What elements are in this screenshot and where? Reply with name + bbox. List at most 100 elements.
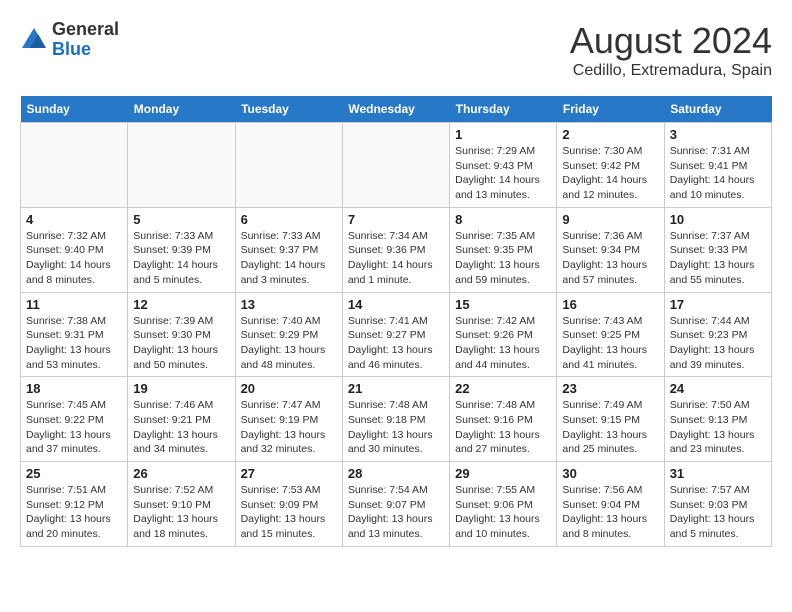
weekday-header: Wednesday	[342, 96, 449, 123]
week-row: 1Sunrise: 7:29 AMSunset: 9:43 PMDaylight…	[21, 123, 772, 208]
day-info: Sunrise: 7:48 AMSunset: 9:16 PMDaylight:…	[455, 398, 551, 457]
day-number: 28	[348, 466, 444, 481]
day-number: 26	[133, 466, 229, 481]
calendar-cell: 3 Sunrise: 7:31 AMSunset: 9:41 PMDaylight…	[664, 123, 771, 208]
day-info: Sunrise: 7:41 AMSunset: 9:27 PMDaylight:…	[348, 314, 444, 373]
day-info: Sunrise: 7:40 AMSunset: 9:29 PMDaylight:…	[241, 314, 337, 373]
calendar-cell: 13Sunrise: 7:40 AMSunset: 9:29 PMDayligh…	[235, 292, 342, 377]
day-number: 2	[562, 127, 658, 142]
calendar-cell: 20 Sunrise: 7:47 AMSunset: 9:19 PMDayligh…	[235, 377, 342, 462]
day-info: Sunrise: 7:37 AMSunset: 9:33 PMDaylight:…	[670, 229, 766, 288]
calendar-cell: 26 Sunrise: 7:52 AMSunset: 9:10 PMDayligh…	[128, 462, 235, 547]
day-number: 10	[670, 212, 766, 227]
weekday-header: Tuesday	[235, 96, 342, 123]
day-number: 30	[562, 466, 658, 481]
weekday-header: Thursday	[450, 96, 557, 123]
calendar-cell: 15 Sunrise: 7:42 AMSunset: 9:26 PMDayligh…	[450, 292, 557, 377]
calendar-cell: 28 Sunrise: 7:54 AMSunset: 9:07 PMDayligh…	[342, 462, 449, 547]
calendar-table: SundayMondayTuesdayWednesdayThursdayFrid…	[20, 96, 772, 547]
calendar-cell: 5 Sunrise: 7:33 AMSunset: 9:39 PMDaylight…	[128, 207, 235, 292]
week-row: 25 Sunrise: 7:51 AMSunset: 9:12 PMDayligh…	[21, 462, 772, 547]
day-info: Sunrise: 7:33 AMSunset: 9:37 PMDaylight:…	[241, 229, 337, 288]
day-number: 14	[348, 297, 444, 312]
calendar-cell: 9Sunrise: 7:36 AMSunset: 9:34 PMDaylight…	[557, 207, 664, 292]
day-number: 15	[455, 297, 551, 312]
calendar-cell	[21, 123, 128, 208]
logo-general: General	[52, 19, 119, 39]
day-number: 21	[348, 381, 444, 396]
day-info: Sunrise: 7:42 AMSunset: 9:26 PMDaylight:…	[455, 314, 551, 373]
weekday-header-row: SundayMondayTuesdayWednesdayThursdayFrid…	[21, 96, 772, 123]
day-info: Sunrise: 7:45 AMSunset: 9:22 PMDaylight:…	[26, 398, 122, 457]
logo: General Blue	[20, 20, 119, 60]
calendar-cell: 30 Sunrise: 7:56 AMSunset: 9:04 PMDayligh…	[557, 462, 664, 547]
day-info: Sunrise: 7:44 AMSunset: 9:23 PMDaylight:…	[670, 314, 766, 373]
day-number: 19	[133, 381, 229, 396]
day-number: 31	[670, 466, 766, 481]
calendar-cell: 11 Sunrise: 7:38 AMSunset: 9:31 PMDayligh…	[21, 292, 128, 377]
day-number: 4	[26, 212, 122, 227]
calendar-cell: 18 Sunrise: 7:45 AMSunset: 9:22 PMDayligh…	[21, 377, 128, 462]
month-year: August 2024	[570, 20, 772, 62]
calendar-cell: 19Sunrise: 7:46 AMSunset: 9:21 PMDayligh…	[128, 377, 235, 462]
day-info: Sunrise: 7:31 AMSunset: 9:41 PMDaylight:…	[670, 144, 766, 203]
day-info: Sunrise: 7:56 AMSunset: 9:04 PMDaylight:…	[562, 483, 658, 542]
day-number: 5	[133, 212, 229, 227]
page-header: General Blue August 2024 Cedillo, Extrem…	[20, 20, 772, 80]
day-info: Sunrise: 7:35 AMSunset: 9:35 PMDaylight:…	[455, 229, 551, 288]
day-number: 25	[26, 466, 122, 481]
calendar-cell	[235, 123, 342, 208]
day-info: Sunrise: 7:39 AMSunset: 9:30 PMDaylight:…	[133, 314, 229, 373]
day-info: Sunrise: 7:36 AMSunset: 9:34 PMDaylight:…	[562, 229, 658, 288]
calendar-cell: 6 Sunrise: 7:33 AMSunset: 9:37 PMDaylight…	[235, 207, 342, 292]
calendar-cell	[128, 123, 235, 208]
calendar-cell: 24Sunrise: 7:50 AMSunset: 9:13 PMDayligh…	[664, 377, 771, 462]
day-number: 18	[26, 381, 122, 396]
week-row: 18 Sunrise: 7:45 AMSunset: 9:22 PMDayligh…	[21, 377, 772, 462]
calendar-cell: 7Sunrise: 7:34 AMSunset: 9:36 PMDaylight…	[342, 207, 449, 292]
day-info: Sunrise: 7:38 AMSunset: 9:31 PMDaylight:…	[26, 314, 122, 373]
day-number: 17	[670, 297, 766, 312]
calendar-cell: 8Sunrise: 7:35 AMSunset: 9:35 PMDaylight…	[450, 207, 557, 292]
day-number: 12	[133, 297, 229, 312]
logo-icon	[20, 26, 48, 54]
day-info: Sunrise: 7:57 AMSunset: 9:03 PMDaylight:…	[670, 483, 766, 542]
day-info: Sunrise: 7:33 AMSunset: 9:39 PMDaylight:…	[133, 229, 229, 288]
calendar-cell: 23Sunrise: 7:49 AMSunset: 9:15 PMDayligh…	[557, 377, 664, 462]
day-number: 1	[455, 127, 551, 142]
day-number: 6	[241, 212, 337, 227]
calendar-cell: 2 Sunrise: 7:30 AMSunset: 9:42 PMDaylight…	[557, 123, 664, 208]
day-info: Sunrise: 7:30 AMSunset: 9:42 PMDaylight:…	[562, 144, 658, 203]
day-number: 11	[26, 297, 122, 312]
day-number: 3	[670, 127, 766, 142]
logo-text: General Blue	[52, 20, 119, 60]
day-info: Sunrise: 7:32 AMSunset: 9:40 PMDaylight:…	[26, 229, 122, 288]
day-number: 27	[241, 466, 337, 481]
calendar-cell: 14 Sunrise: 7:41 AMSunset: 9:27 PMDayligh…	[342, 292, 449, 377]
calendar-cell: 29Sunrise: 7:55 AMSunset: 9:06 PMDayligh…	[450, 462, 557, 547]
week-row: 11 Sunrise: 7:38 AMSunset: 9:31 PMDayligh…	[21, 292, 772, 377]
day-info: Sunrise: 7:34 AMSunset: 9:36 PMDaylight:…	[348, 229, 444, 288]
day-number: 20	[241, 381, 337, 396]
logo-blue: Blue	[52, 39, 91, 59]
day-info: Sunrise: 7:48 AMSunset: 9:18 PMDaylight:…	[348, 398, 444, 457]
weekday-header: Friday	[557, 96, 664, 123]
calendar-cell: 31 Sunrise: 7:57 AMSunset: 9:03 PMDayligh…	[664, 462, 771, 547]
weekday-header: Sunday	[21, 96, 128, 123]
day-info: Sunrise: 7:52 AMSunset: 9:10 PMDaylight:…	[133, 483, 229, 542]
day-number: 16	[562, 297, 658, 312]
weekday-header: Saturday	[664, 96, 771, 123]
weekday-header: Monday	[128, 96, 235, 123]
calendar-cell: 27 Sunrise: 7:53 AMSunset: 9:09 PMDayligh…	[235, 462, 342, 547]
day-number: 23	[562, 381, 658, 396]
day-info: Sunrise: 7:51 AMSunset: 9:12 PMDaylight:…	[26, 483, 122, 542]
week-row: 4 Sunrise: 7:32 AMSunset: 9:40 PMDaylight…	[21, 207, 772, 292]
calendar-cell: 1Sunrise: 7:29 AMSunset: 9:43 PMDaylight…	[450, 123, 557, 208]
day-info: Sunrise: 7:54 AMSunset: 9:07 PMDaylight:…	[348, 483, 444, 542]
calendar-cell	[342, 123, 449, 208]
day-info: Sunrise: 7:53 AMSunset: 9:09 PMDaylight:…	[241, 483, 337, 542]
calendar-cell: 12 Sunrise: 7:39 AMSunset: 9:30 PMDayligh…	[128, 292, 235, 377]
day-info: Sunrise: 7:47 AMSunset: 9:19 PMDaylight:…	[241, 398, 337, 457]
calendar-cell: 25 Sunrise: 7:51 AMSunset: 9:12 PMDayligh…	[21, 462, 128, 547]
day-info: Sunrise: 7:55 AMSunset: 9:06 PMDaylight:…	[455, 483, 551, 542]
